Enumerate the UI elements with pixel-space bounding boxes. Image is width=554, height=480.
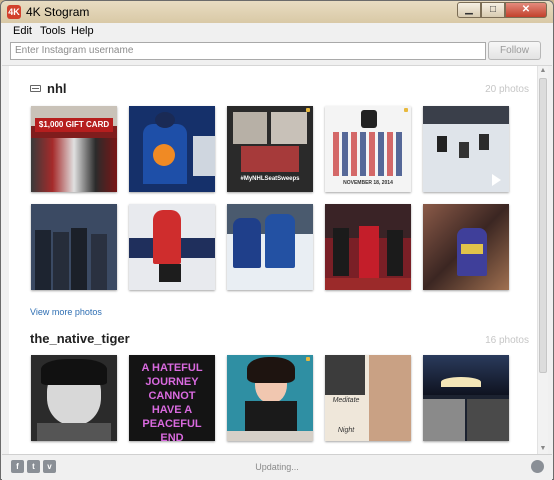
menu-edit[interactable]: Edit xyxy=(13,25,32,37)
feed-title[interactable]: nhl xyxy=(47,81,67,96)
scroll-down-icon[interactable]: ▼ xyxy=(538,444,548,454)
menu-help[interactable]: Help xyxy=(71,25,94,37)
photo-thumbnail[interactable] xyxy=(31,355,117,441)
feed-photo-count: 16 photos xyxy=(485,335,529,346)
photo-thumbnail[interactable]: A HATEFUL JOURNEY CANNOT HAVE A PEACEFUL… xyxy=(129,355,215,441)
seat-sweeps-text: #MyNHLSeatSweeps xyxy=(240,176,300,182)
photo-thumbnail[interactable] xyxy=(129,106,215,192)
gift-card-text: $1,000 GIFT CARD xyxy=(38,120,110,129)
night-text: Night xyxy=(337,427,355,434)
app-window: 4K 4K Stogram ▁ □ ✕ Edit Tools Help Ente… xyxy=(0,0,554,480)
follow-button[interactable]: Follow xyxy=(488,41,541,60)
photo-feed-area: nhl 20 photos $1,000 GIFT CARD #MyNHLSea… xyxy=(9,66,537,454)
username-input[interactable]: Enter Instagram username xyxy=(10,42,486,60)
scrollbar-thumb[interactable] xyxy=(539,78,547,373)
nhl-date-text: NOVEMBER 18, 2014 xyxy=(343,180,393,186)
photo-thumbnail[interactable] xyxy=(227,355,313,441)
photo-thumbnail[interactable]: #MyNHLSeatSweeps xyxy=(227,106,313,192)
vertical-scrollbar[interactable]: ▲ ▼ xyxy=(537,66,548,454)
media-badge-icon xyxy=(306,357,310,361)
photo-thumbnail[interactable] xyxy=(423,355,509,441)
close-button[interactable]: ✕ xyxy=(505,2,547,18)
play-icon xyxy=(492,174,501,186)
menu-bar: Edit Tools Help xyxy=(2,23,552,39)
title-bar[interactable]: 4K 4K Stogram ▁ □ ✕ xyxy=(1,1,553,23)
photo-thumbnail[interactable] xyxy=(227,204,313,290)
maximize-button[interactable]: □ xyxy=(481,2,505,18)
photo-thumbnail[interactable]: NOVEMBER 18, 2014 xyxy=(325,106,411,192)
photo-thumbnail[interactable]: Meditate Night xyxy=(325,355,411,441)
menu-tools[interactable]: Tools xyxy=(40,25,66,37)
minimize-button[interactable]: ▁ xyxy=(457,2,481,18)
window-title: 4K Stogram xyxy=(26,5,90,19)
status-text: Updating... xyxy=(255,462,299,472)
globe-icon[interactable] xyxy=(531,460,544,473)
photo-thumbnail[interactable] xyxy=(423,204,509,290)
view-more-photos-link[interactable]: View more photos xyxy=(30,307,102,317)
photo-thumbnail[interactable]: $1,000 GIFT CARD xyxy=(31,106,117,192)
feed-title[interactable]: the_native_tiger xyxy=(30,331,130,346)
media-badge-icon xyxy=(404,108,408,112)
search-row: Enter Instagram username Follow xyxy=(2,39,552,66)
meditate-text: Meditate xyxy=(332,397,360,404)
photo-thumbnail[interactable] xyxy=(423,106,509,192)
hateful-journey-text: A HATEFUL JOURNEY CANNOT HAVE A PEACEFUL… xyxy=(141,362,203,441)
app-logo-icon: 4K xyxy=(7,5,21,19)
scroll-up-icon[interactable]: ▲ xyxy=(538,66,548,76)
feed-photo-count: 20 photos xyxy=(485,84,529,95)
hashtag-icon xyxy=(30,85,41,92)
status-bar: f t v Updating... xyxy=(2,454,552,480)
photo-thumbnail[interactable] xyxy=(129,204,215,290)
photo-thumbnail[interactable] xyxy=(31,204,117,290)
photo-thumbnail[interactable] xyxy=(325,204,411,290)
